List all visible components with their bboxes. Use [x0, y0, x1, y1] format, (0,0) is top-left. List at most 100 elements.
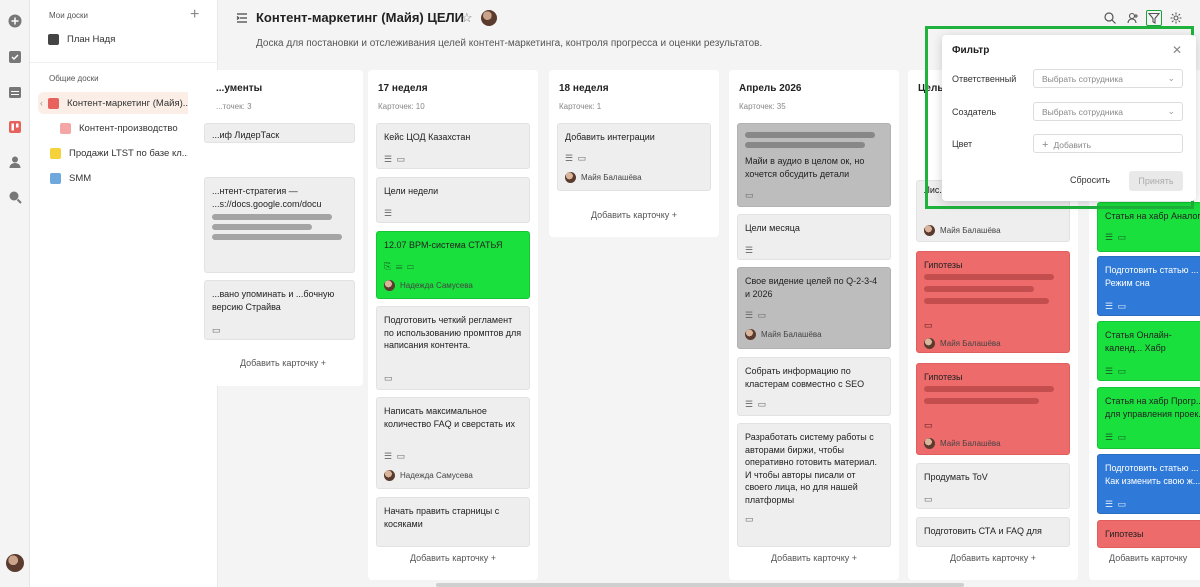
card[interactable]: 12.07 BPM-система СТАТЬЯ ⎘ ☰ ▭ Надежда С… — [376, 231, 530, 299]
sidebar-item-plan-nadya[interactable]: План Надя — [48, 28, 208, 50]
card[interactable]: Гипотезы ▭ Майя Балашёва — [916, 363, 1070, 455]
card-meta-icons: ▭ — [924, 494, 934, 504]
card[interactable]: Статья Онлайн-календ... Хабр ☰ ▭ — [1097, 321, 1200, 381]
card-meta-icons: ▭ — [924, 320, 934, 330]
card[interactable]: Майи в аудио в целом ок, но хочется обсу… — [737, 123, 891, 207]
add-card-button[interactable]: Добавить карточку + — [908, 553, 1078, 563]
card[interactable]: Продумать ToV ▭ — [916, 463, 1070, 509]
card-assignee: Майя Балашёва — [924, 438, 1001, 449]
owner-avatar[interactable] — [481, 10, 497, 26]
user-icon[interactable] — [8, 155, 22, 169]
responsible-placeholder: Выбрать сотрудника — [1042, 74, 1124, 84]
card[interactable]: Гипотезы ▭ Майя Балашёва — [916, 251, 1070, 353]
board-icon — [60, 122, 71, 134]
card-meta-icons: ☰ ▭ — [1105, 499, 1128, 509]
card[interactable]: Собрать информацию по кластерам совместн… — [737, 357, 891, 416]
card[interactable]: Цели недели ☰ — [376, 177, 530, 223]
collapse-sidebar-icon[interactable] — [236, 12, 248, 24]
card[interactable]: Гипотезы — [1097, 520, 1200, 548]
card-assignee: Надежда Самусева — [384, 470, 473, 481]
card-title: Цели месяца — [745, 223, 800, 233]
add-circle-icon[interactable] — [8, 14, 22, 28]
settings-gear-icon[interactable] — [1169, 11, 1183, 25]
add-card-button[interactable]: Добавить карточку + — [729, 553, 899, 563]
card[interactable]: ...нтент-стратегия — ...s://docs.google.… — [204, 177, 355, 273]
card-meta-icons: ☰ ▭ — [1105, 232, 1128, 242]
sidebar-item-sales-ltst[interactable]: Продажи LTST по базе кл... — [50, 142, 210, 164]
add-card-button[interactable]: Добавить карточку + — [549, 210, 719, 220]
card[interactable]: Подготовить четкий регламент по использо… — [376, 306, 530, 390]
apply-button[interactable]: Принять — [1129, 171, 1183, 191]
card-assignee: Майя Балашёва — [924, 338, 1001, 349]
sidebar-item-smm[interactable]: SMM — [50, 167, 210, 189]
avatar — [384, 280, 395, 291]
add-color-button[interactable]: + Добавить — [1033, 134, 1183, 153]
card[interactable]: Свое видение целей по Q-2-3-4 и 2026 ☰ ▭… — [737, 267, 891, 349]
avatar — [384, 470, 395, 481]
avatar — [565, 172, 576, 183]
column-week-17: 17 неделя Карточек: 10 Кейс ЦОД Казахста… — [368, 70, 538, 580]
star-icon[interactable]: ☆ — [461, 10, 473, 26]
card[interactable]: Подготовить СТА и FAQ для — [916, 517, 1070, 547]
card[interactable]: Написать максимальное количество FAQ и с… — [376, 397, 530, 489]
add-card-button[interactable]: Добавить карточку + — [368, 553, 538, 563]
card[interactable]: Подготовить статью ... Режим сна ☰ ▭ — [1097, 256, 1200, 316]
add-card-button[interactable]: Добавить карточку — [1109, 553, 1200, 563]
column-title: 17 неделя — [378, 83, 428, 94]
board-icon — [50, 172, 61, 184]
sidebar-item-label: SMM — [69, 172, 92, 184]
boards-icon[interactable] — [8, 120, 22, 134]
creator-select[interactable]: Выбрать сотрудника ⌄ — [1033, 102, 1183, 121]
card[interactable]: Начать править старницы с косяками — [376, 497, 530, 547]
card-assignee: Надежда Самусева — [384, 280, 473, 291]
card-title: Подготовить статью ... Как изменить свою… — [1105, 463, 1200, 486]
column-card-count: Карточек: 10 — [378, 102, 425, 111]
card-meta-icons: ▭ — [745, 190, 755, 200]
card[interactable]: Цели месяца ☰ — [737, 214, 891, 260]
reset-button[interactable]: Сбросить — [1070, 175, 1110, 185]
horizontal-scrollbar[interactable] — [436, 583, 964, 587]
card[interactable]: Добавить интеграции ☰ ▭ Майя Балашёва — [557, 123, 711, 191]
calendar-icon[interactable] — [8, 85, 22, 99]
close-icon[interactable]: ✕ — [1172, 43, 1182, 57]
board-description: Доска для постановки и отслеживания целе… — [256, 38, 763, 49]
tasks-check-icon[interactable] — [8, 50, 22, 64]
responsible-label: Ответственный — [952, 74, 1017, 84]
board-icon — [48, 97, 59, 109]
card[interactable]: Подготовить статью ... Как изменить свою… — [1097, 454, 1200, 514]
card[interactable]: Статья на хабр Прогр... для управления п… — [1097, 387, 1200, 449]
app-rail — [0, 0, 30, 587]
avatar — [924, 338, 935, 349]
filter-icon[interactable] — [1146, 10, 1162, 26]
card-title: Подготовить четкий регламент по использо… — [384, 315, 522, 350]
filter-popup: Фильтр ✕ Ответственный Выбрать сотрудник… — [942, 35, 1196, 201]
avatar — [924, 225, 935, 236]
card-assignee: Майя Балашёва — [565, 172, 642, 183]
members-icon[interactable] — [1126, 11, 1140, 25]
add-card-button[interactable]: Добавить карточку + — [198, 358, 368, 368]
card-title: Гипотезы — [924, 260, 963, 270]
card[interactable]: ...вано упоминать и ...бочную версию Стр… — [204, 280, 355, 340]
card[interactable]: Кейс ЦОД Казахстан ☰ ▭ — [376, 123, 530, 169]
redacted-text — [212, 214, 332, 220]
responsible-select[interactable]: Выбрать сотрудника ⌄ — [1033, 69, 1183, 88]
card[interactable]: ...иф ЛидерТаск — [204, 123, 355, 143]
redacted-text — [924, 274, 1054, 280]
add-board-button[interactable]: + — [190, 7, 199, 23]
creator-label: Создатель — [952, 107, 997, 117]
card[interactable]: Статья на хабр Аналог... ☰ ▭ — [1097, 202, 1200, 252]
card-title: Цели недели — [384, 186, 439, 196]
search-icon[interactable] — [1103, 11, 1117, 25]
plus-icon: + — [1042, 139, 1049, 151]
profile-avatar[interactable] — [6, 554, 24, 572]
search-icon[interactable] — [8, 190, 22, 204]
card-title: Гипотезы — [1105, 529, 1144, 539]
redacted-text — [745, 142, 865, 148]
comment-icon: ▭ — [212, 325, 222, 335]
card-title: 12.07 BPM-система СТАТЬЯ — [384, 240, 503, 250]
sidebar-item-label: План Надя — [67, 33, 116, 45]
card[interactable]: Разработать систему работы с авторами би… — [737, 423, 891, 547]
color-label: Цвет — [952, 139, 973, 149]
sidebar-item-content-marketing[interactable]: ‹ Контент-маркетинг (Майя)... — [38, 92, 210, 114]
card-title: Продумать ToV — [924, 472, 988, 482]
